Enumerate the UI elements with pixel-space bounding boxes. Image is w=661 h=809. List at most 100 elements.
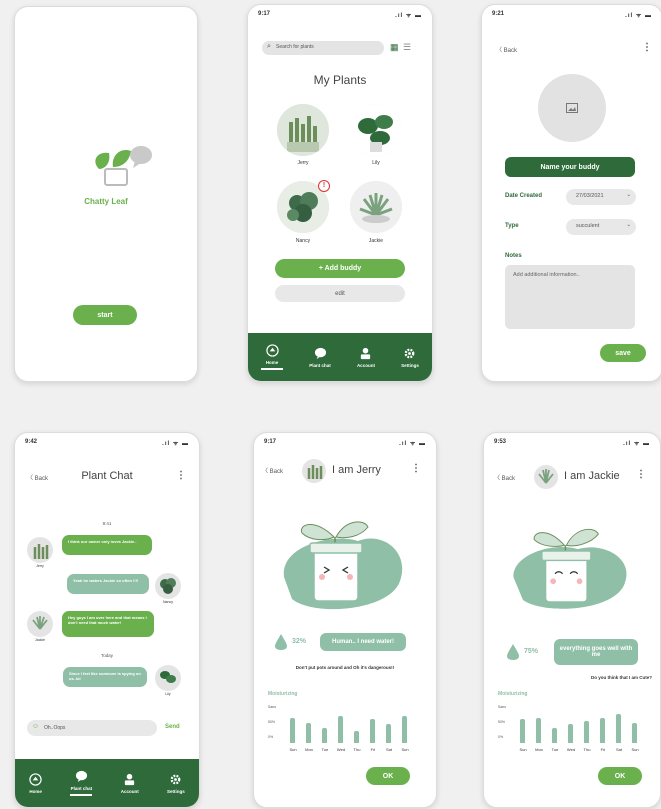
search-icon: ⌕: [267, 43, 271, 50]
x-axis-label: Fri: [600, 747, 606, 752]
plant-question: Don't put pots around and Oh it's danger…: [295, 665, 395, 670]
plant-avatar-jerry[interactable]: [277, 104, 329, 156]
save-button[interactable]: save: [600, 344, 646, 362]
more-icon[interactable]: ⋮: [176, 470, 186, 481]
chart-bar: [600, 717, 605, 743]
plant-mascot-illustration: [513, 528, 627, 609]
plant-detail-jackie-screen: 9:53 .ıl ᯤ ▬ 〈 Back I am Jackie ⋮ 75% eve…: [483, 432, 661, 808]
nav-label: Account: [120, 788, 139, 794]
chart-bar: [568, 724, 573, 743]
x-axis-label: Thu: [353, 747, 361, 752]
chart-bar: [290, 717, 295, 743]
plant-message-bubble: everything goes well with me: [554, 639, 638, 665]
list-view-icon[interactable]: ☰: [403, 42, 411, 53]
page-title: I am Jerry: [332, 464, 381, 476]
more-icon[interactable]: ⋮: [642, 42, 652, 53]
nav-settings[interactable]: Settings: [167, 773, 185, 794]
chevron-down-icon: ⌄: [626, 192, 631, 198]
type-select[interactable]: succulent ⌄: [566, 219, 636, 235]
chart-bar: [616, 714, 621, 743]
plant-avatar: [302, 459, 326, 483]
nav-account[interactable]: Account: [121, 773, 139, 794]
search-input[interactable]: ⌕ Search for plants: [262, 41, 384, 55]
chart-bars: Sun Mon Tue Wed Thu Fri Sat Sun: [518, 703, 646, 752]
status-icons: .ıl ᯤ ▬: [395, 13, 422, 19]
grid-view-icon[interactable]: ▦: [390, 42, 399, 53]
nav-account[interactable]: Account: [357, 347, 375, 368]
page-title: I am Jackie: [564, 470, 620, 482]
gear-icon: [405, 348, 415, 358]
moisture-percent: 32%: [292, 638, 307, 645]
nav-label: Account: [356, 362, 375, 368]
chat-icon: [314, 347, 326, 359]
avatar-jerry: [27, 537, 53, 563]
nav-label: Home: [29, 788, 42, 794]
nav-settings[interactable]: Settings: [401, 347, 419, 368]
nav-label: Settings: [167, 788, 185, 794]
plant-image: [350, 181, 402, 233]
date-select[interactable]: 27/03/2021 ⌄: [566, 189, 636, 205]
chat-message: I think our owner only loves Jackie..: [62, 535, 152, 555]
message-input[interactable]: ☺ Oh..Oops: [27, 720, 157, 736]
back-button[interactable]: 〈 Back: [496, 45, 517, 54]
plant-avatar: [534, 465, 558, 489]
chart-bar: [520, 719, 525, 743]
home-icon: [29, 772, 42, 786]
nav-home[interactable]: Home: [261, 344, 284, 370]
bottom-nav: Home Plant chat Account Settings: [248, 333, 432, 381]
x-axis-label: Sat: [385, 747, 392, 752]
ok-button[interactable]: OK: [598, 767, 642, 785]
plant-name: Nancy: [295, 238, 311, 244]
notes-textarea[interactable]: Add additional information..: [505, 265, 635, 329]
x-axis-label: Tue: [551, 747, 559, 752]
plant-avatar-lily[interactable]: [350, 104, 402, 156]
notes-placeholder: Add additional information..: [513, 272, 580, 278]
x-axis-label: Fri: [370, 747, 376, 752]
moisture-percent: 75%: [524, 648, 539, 655]
page-title: Plant Chat: [81, 470, 133, 482]
section-label: Moisturizing: [268, 691, 298, 697]
image-icon: [566, 103, 578, 113]
send-button[interactable]: Send: [165, 724, 180, 730]
nav-label: Settings: [401, 362, 419, 368]
chat-message: Hey guys I am over here and that means I…: [62, 611, 154, 637]
edit-button[interactable]: edit: [275, 285, 405, 302]
emoji-icon[interactable]: ☺: [32, 723, 39, 730]
x-axis-label: Thu: [583, 747, 591, 752]
y-axis-label: 0%: [498, 735, 504, 739]
type-label: Type: [505, 223, 519, 229]
message-value: Oh..Oops: [44, 725, 66, 731]
plant-mascot-illustration: [283, 521, 403, 610]
x-axis-label: Sun: [401, 747, 409, 752]
plant-avatar-jackie[interactable]: [350, 181, 402, 233]
more-icon[interactable]: ⋮: [411, 463, 421, 474]
chevron-left-icon: 〈: [494, 476, 502, 482]
photo-placeholder[interactable]: [538, 74, 606, 142]
plant-name: Lily: [372, 160, 380, 166]
status-time: 9:21: [492, 11, 505, 17]
plant-detail-jerry-screen: 9:17 .ıl ᯤ ▬ 〈 Back I am Jerry ⋮ 32% Huma…: [253, 432, 437, 808]
ok-button[interactable]: OK: [366, 767, 410, 785]
nav-plant-chat[interactable]: Plant chat: [309, 347, 331, 368]
chat-icon: [75, 771, 88, 783]
status-time: 9:17: [264, 439, 277, 445]
nav-plant-chat[interactable]: Plant chat: [70, 770, 93, 796]
more-icon[interactable]: ⋮: [636, 469, 646, 480]
nav-label: Plant chat: [309, 362, 331, 368]
bottom-nav: Home Plant chat Account Settings: [15, 759, 199, 807]
plant-image: [350, 104, 402, 156]
status-icons: .ıl ᯤ ▬: [399, 441, 426, 447]
nav-home[interactable]: Home: [29, 772, 42, 794]
chart-bars: Sun Mon Tue Wed Thu Fri Sat Sun: [288, 703, 416, 752]
add-buddy-button[interactable]: + Add buddy: [275, 259, 405, 278]
name-your-buddy-button[interactable]: Name your buddy: [505, 157, 635, 177]
back-button[interactable]: 〈 Back: [262, 466, 283, 475]
start-button[interactable]: start: [73, 305, 137, 325]
search-placeholder: Search for plants: [276, 44, 314, 50]
chevron-down-icon: ⌄: [626, 222, 631, 228]
status-time: 9:53: [494, 439, 507, 445]
back-button[interactable]: 〈 Back: [494, 473, 515, 482]
back-label: Back: [501, 476, 516, 482]
status-time: 9:17: [258, 11, 271, 17]
x-axis-label: Sat: [615, 747, 622, 752]
